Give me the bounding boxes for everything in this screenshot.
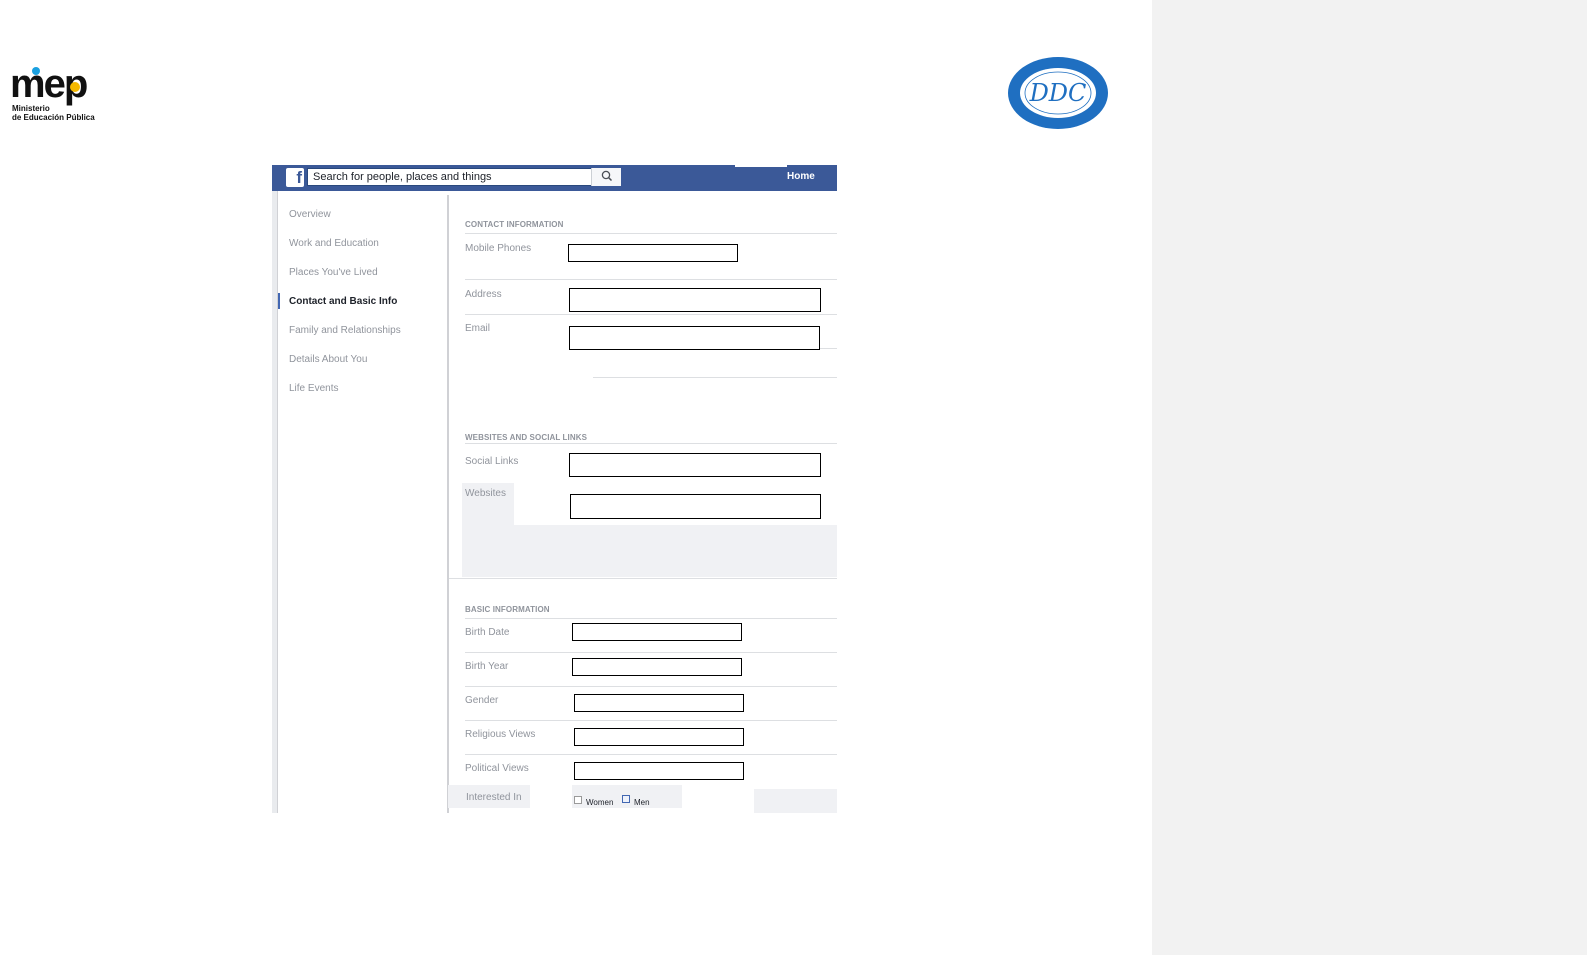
facebook-about-page: f Search for people, places and things H… — [272, 165, 837, 813]
top-bar-notch — [735, 165, 787, 167]
social-links-field[interactable] — [569, 453, 821, 477]
divider — [820, 348, 837, 349]
mep-logo-line1: Ministerio — [12, 104, 50, 113]
religious-views-label: Religious Views — [465, 729, 536, 740]
svg-text:DDC: DDC — [1029, 79, 1087, 107]
mep-logo-line2: de Educación Pública — [12, 113, 95, 122]
search-button[interactable] — [591, 168, 621, 186]
divider — [449, 578, 837, 579]
birth-date-field[interactable] — [572, 623, 742, 641]
social-links-label: Social Links — [465, 456, 519, 467]
search-icon — [601, 170, 613, 182]
nav-family-relationships[interactable]: Family and Relationships — [289, 325, 401, 336]
gender-field[interactable] — [574, 694, 744, 712]
political-views-field[interactable] — [574, 762, 744, 780]
mobile-phones-field[interactable] — [568, 244, 738, 262]
women-checkbox[interactable] — [574, 796, 582, 804]
divider — [465, 233, 837, 234]
ddc-seal-logo: DDC — [1008, 57, 1108, 129]
birth-year-label: Birth Year — [465, 661, 509, 672]
address-field[interactable] — [569, 288, 821, 312]
column-divider — [447, 195, 449, 813]
mep-logo-dot-yellow — [70, 82, 80, 92]
home-link[interactable]: Home — [787, 171, 815, 182]
section-title-basic: BASIC INFORMATION — [465, 605, 550, 614]
divider — [465, 279, 837, 280]
websites-field[interactable] — [570, 494, 821, 519]
divider — [465, 314, 837, 315]
nav-overview[interactable]: Overview — [289, 209, 331, 220]
address-label: Address — [465, 289, 502, 300]
mep-logo-dot — [32, 67, 40, 75]
mep-logo-caption: Ministerio de Educación Pública — [12, 104, 95, 122]
men-checkbox[interactable] — [622, 795, 630, 803]
search-input[interactable]: Search for people, places and things — [307, 168, 621, 186]
nav-contact-basic-info[interactable]: Contact and Basic Info — [289, 296, 397, 307]
section-title-websites: WEBSITES AND SOCIAL LINKS — [465, 433, 588, 442]
divider — [465, 652, 837, 653]
side-panel — [1152, 0, 1587, 955]
political-views-label: Political Views — [465, 763, 529, 774]
mobile-phones-label: Mobile Phones — [465, 243, 532, 254]
facebook-top-bar: f Search for people, places and things H… — [272, 165, 837, 191]
nav-details-about-you[interactable]: Details About You — [289, 354, 367, 365]
divider — [465, 686, 837, 687]
divider — [593, 377, 837, 378]
section-title-contact: CONTACT INFORMATION — [465, 220, 564, 229]
birth-date-label: Birth Date — [465, 627, 510, 638]
interested-row-background-right — [754, 789, 837, 813]
religious-views-field[interactable] — [574, 728, 744, 746]
email-label: Email — [465, 323, 491, 334]
divider — [465, 754, 837, 755]
interested-in-label: Interested In — [466, 792, 522, 803]
email-field[interactable] — [569, 326, 820, 350]
women-label: Women — [586, 798, 614, 807]
birth-year-field[interactable] — [572, 658, 742, 676]
websites-section-background — [462, 525, 837, 577]
slide: mep Ministerio de Educación Pública DDC … — [0, 0, 1587, 967]
mep-logo: mep Ministerio de Educación Pública — [10, 64, 100, 124]
active-indicator — [278, 293, 280, 309]
nav-work-education[interactable]: Work and Education — [289, 238, 379, 249]
divider — [465, 720, 837, 721]
men-label: Men — [634, 798, 650, 807]
divider — [465, 618, 837, 619]
nav-places-lived[interactable]: Places You've Lived — [289, 267, 378, 278]
divider — [465, 443, 837, 444]
left-border — [272, 191, 278, 813]
nav-life-events[interactable]: Life Events — [289, 383, 338, 394]
gender-label: Gender — [465, 695, 499, 706]
websites-label: Websites — [465, 488, 506, 499]
facebook-logo-icon[interactable]: f — [286, 168, 304, 187]
